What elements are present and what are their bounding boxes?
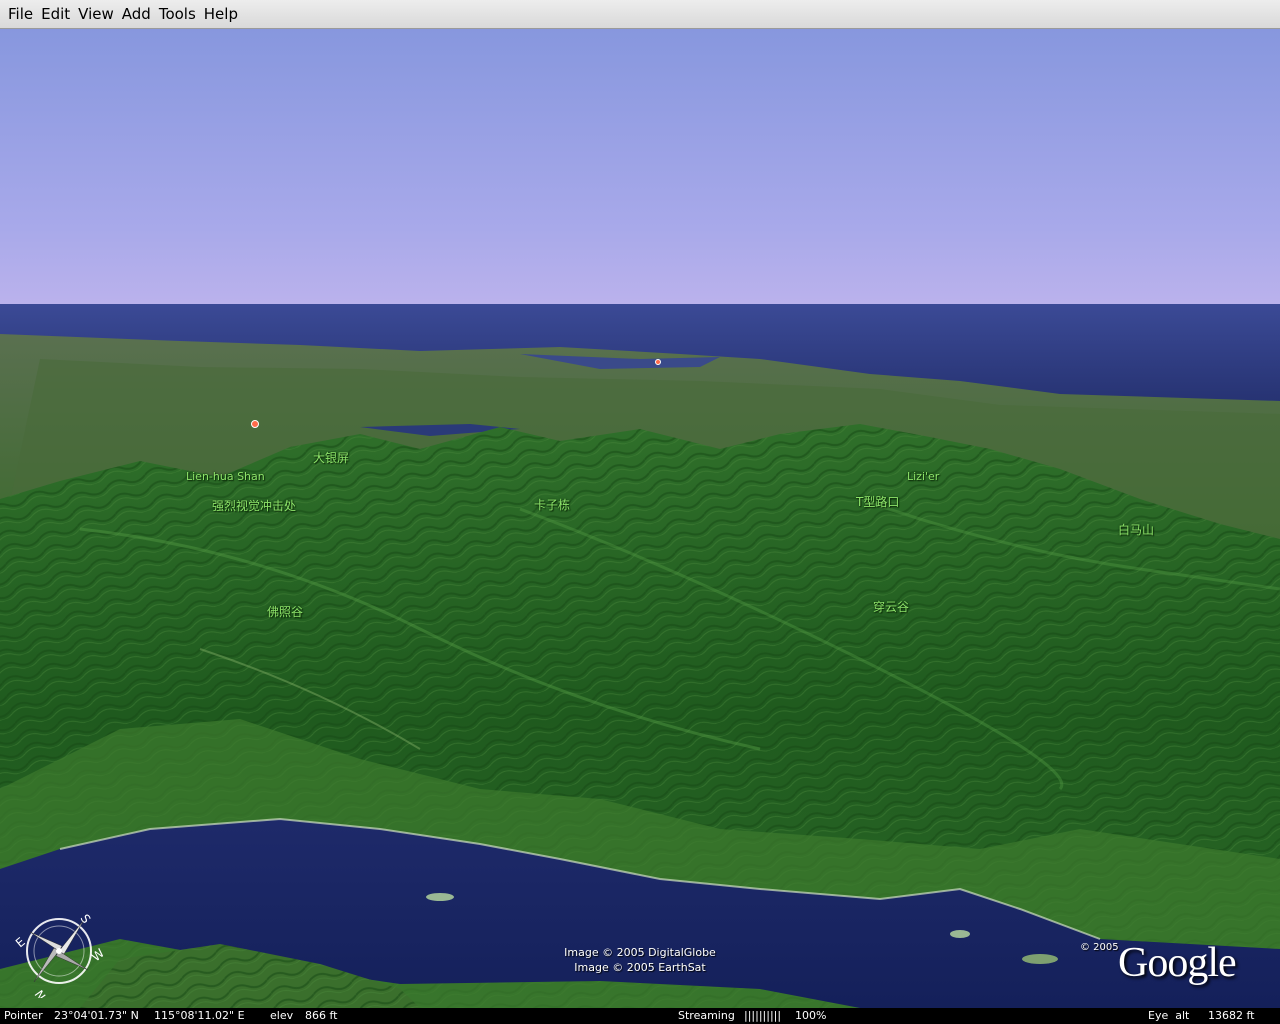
elevation-label: elev xyxy=(270,1009,294,1022)
google-logo: Google xyxy=(1118,940,1237,986)
pointer-label: Pointer xyxy=(4,1009,43,1022)
status-bar: Pointer 23°04'01.73" N 115°08'11.02" E e… xyxy=(0,1008,1280,1024)
imagery-credits: Image © 2005 DigitalGlobe Image © 2005 E… xyxy=(540,945,740,975)
streaming-progress: |||||||||| xyxy=(744,1009,782,1022)
compass-icon[interactable]: S E W N xyxy=(12,904,106,998)
place-label[interactable]: 穿云谷 xyxy=(873,598,909,615)
poi-marker[interactable] xyxy=(655,359,661,365)
place-label[interactable]: 白马山 xyxy=(1118,521,1154,538)
menu-view[interactable]: View xyxy=(74,5,118,23)
menu-edit[interactable]: Edit xyxy=(37,5,74,23)
menu-add[interactable]: Add xyxy=(118,5,155,23)
credit-line: Image © 2005 DigitalGlobe xyxy=(564,946,716,959)
place-label[interactable]: 大银屏 xyxy=(313,449,349,466)
place-label[interactable]: T型路口 xyxy=(856,493,899,510)
menu-help[interactable]: Help xyxy=(200,5,242,23)
menu-file[interactable]: File xyxy=(4,5,37,23)
terrain-scene xyxy=(0,29,1280,1008)
map-viewport[interactable]: 大银屏 Lien-hua Shan 强烈视觉冲击处 卡子栋 Lizi'er T型… xyxy=(0,29,1280,1008)
compass-e-label: E xyxy=(13,935,28,951)
place-label[interactable]: Lien-hua Shan xyxy=(186,470,265,483)
place-label[interactable]: 卡子栋 xyxy=(534,496,570,513)
compass-s-label: S xyxy=(78,912,94,926)
place-label[interactable]: 强烈视觉冲击处 xyxy=(212,497,296,514)
eye-alt-value: 13682 ft xyxy=(1208,1009,1255,1022)
streaming-percent: 100% xyxy=(795,1009,827,1022)
pointer-latitude: 23°04'01.73" N xyxy=(54,1009,139,1022)
menu-tools[interactable]: Tools xyxy=(155,5,200,23)
place-label[interactable]: 佛照谷 xyxy=(267,603,303,620)
poi-marker[interactable] xyxy=(251,420,259,428)
menu-bar: File Edit View Add Tools Help xyxy=(0,0,1280,29)
credit-line: Image © 2005 EarthSat xyxy=(574,961,706,974)
streaming-label: Streaming xyxy=(678,1009,735,1022)
pointer-longitude: 115°08'11.02" E xyxy=(154,1009,245,1022)
copyright-text: © 2005 xyxy=(1080,942,1119,953)
place-label[interactable]: Lizi'er xyxy=(907,470,939,483)
compass-n-label: N xyxy=(32,988,49,998)
elevation-value: 866 ft xyxy=(305,1009,338,1022)
eye-alt-label: Eye alt xyxy=(1148,1009,1190,1022)
